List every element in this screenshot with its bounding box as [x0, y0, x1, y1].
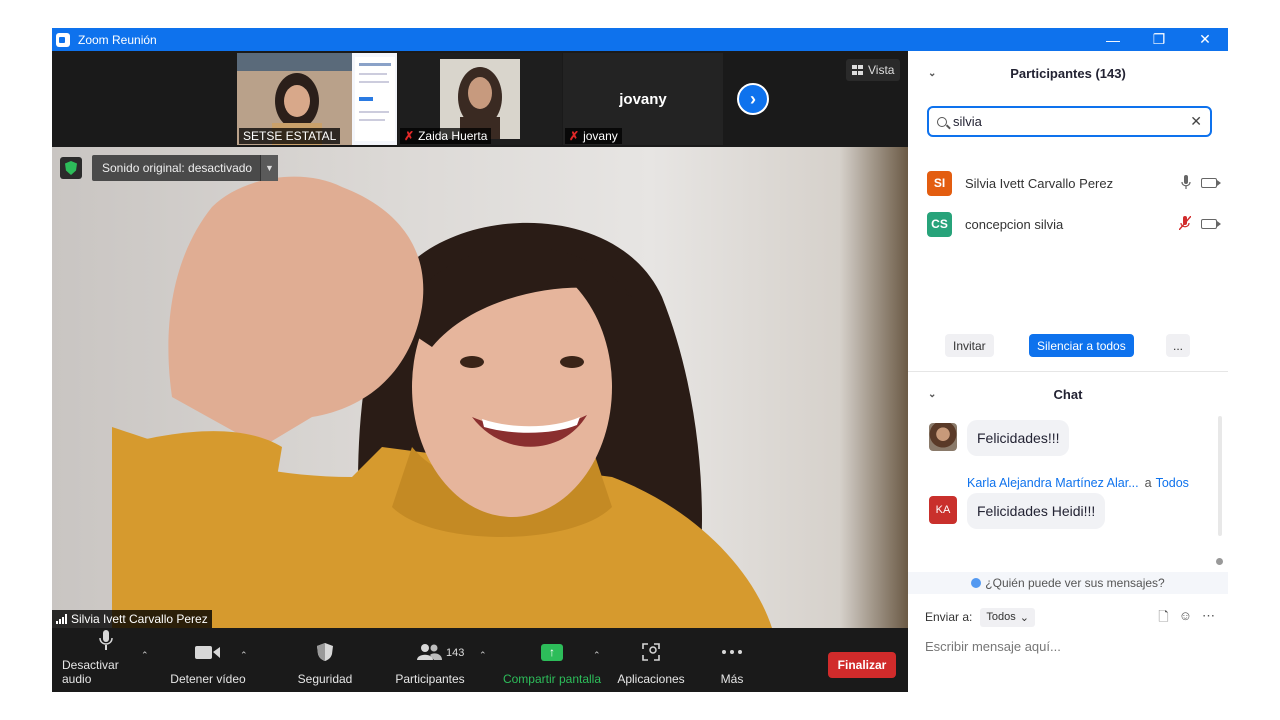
chat-tools: 🗋 ☺ ⋯ [1158, 608, 1215, 630]
zoom-window: Zoom Reunión — ❐ ✕ SETSE ESTATAL ✗ Zaida… [52, 28, 1228, 692]
chat-more-icon[interactable]: ⋯ [1202, 608, 1215, 630]
participant-thumbnail[interactable]: ✗ Zaida Huerta [398, 53, 562, 145]
microphone-icon [99, 628, 113, 652]
video-camera-icon[interactable] [1201, 178, 1221, 188]
thumbnail-name-label: SETSE ESTATAL [239, 128, 341, 144]
participant-search-input[interactable] [953, 114, 1191, 129]
chat-message-input[interactable] [925, 636, 1215, 656]
security-button[interactable]: Seguridad [290, 628, 360, 692]
video-options-caret[interactable]: ⌃ [240, 650, 248, 661]
avatar: KA [929, 496, 957, 524]
chat-sender-line: Karla Alejandra Martínez Alar... a Todos [967, 476, 1189, 490]
participant-name: Silvia Ivett Carvallo Perez [965, 175, 1114, 191]
chat-messages: Felicidades!!! Karla Alejandra Martínez … [908, 413, 1228, 573]
share-screen-button[interactable]: ↑ Compartir pantalla [500, 628, 604, 692]
security-shield-icon [316, 638, 334, 666]
collapse-participants-icon[interactable]: ⌄ [928, 68, 936, 79]
thumbnail-strip: SETSE ESTATAL ✗ Zaida Huerta jovany ✗ jo… [52, 51, 908, 147]
who-can-see-messages[interactable]: ¿Quién puede ver sus mensajes? [908, 572, 1228, 594]
share-options-caret[interactable]: ⌃ [593, 650, 601, 661]
video-camera-icon[interactable] [1201, 219, 1221, 229]
emoji-icon[interactable]: ☺ [1179, 608, 1192, 630]
chat-scrollbar[interactable] [1218, 416, 1222, 536]
participant-avatar: CS [927, 211, 952, 237]
view-button[interactable]: Vista [846, 59, 901, 81]
participants-header: ⌄ Participantes (143) [908, 51, 1228, 95]
avatar [929, 423, 957, 451]
participant-thumbnail[interactable]: jovany ✗ jovany [563, 53, 723, 145]
search-icon [937, 116, 947, 127]
gallery-grid-icon [852, 65, 863, 75]
chat-message: Felicidades!!! [967, 420, 1070, 456]
mic-muted-icon[interactable] [1178, 215, 1192, 233]
meeting-toolbar: Desactivar audio ⌃ Detener vídeo ⌃ Segur… [52, 628, 908, 692]
active-speaker-video: Sonido original: desactivado ▼ Silvia Iv… [52, 147, 908, 628]
send-to-select[interactable]: Todos ⌄ [980, 607, 1035, 627]
mic-muted-icon: ✗ [404, 129, 415, 143]
next-page-button[interactable]: › [737, 83, 769, 115]
encryption-shield-icon[interactable] [60, 157, 82, 179]
participant-thumbnail[interactable]: SETSE ESTATAL [237, 53, 397, 145]
participant-row[interactable]: SI Silvia Ivett Carvallo Perez [927, 169, 1221, 197]
participant-name: concepcion silvia [965, 216, 1064, 232]
thumbnail-name-label: ✗ jovany [565, 128, 622, 144]
participants-icon [417, 638, 443, 666]
participants-actions: Invitar Silenciar a todos ... [908, 334, 1228, 358]
speaker-name-label: Silvia Ivett Carvallo Perez [52, 610, 212, 628]
more-dots-icon [721, 638, 743, 666]
chevron-down-icon: ⌄ [1019, 611, 1029, 624]
video-camera-icon [195, 638, 221, 666]
end-meeting-button[interactable]: Finalizar [828, 652, 896, 678]
audio-options-caret[interactable]: ⌃ [141, 650, 149, 661]
chat-message: Felicidades Heidi!!! [967, 493, 1106, 529]
participant-avatar: SI [927, 170, 952, 196]
chat-sender-name[interactable]: Karla Alejandra Martínez Alar... [967, 476, 1139, 490]
chat-header: ⌄ Chat [908, 380, 1228, 408]
window-controls: — ❐ ✕ [1090, 28, 1228, 51]
mute-all-button[interactable]: Silenciar a todos [1029, 334, 1134, 357]
signal-strength-icon [56, 614, 67, 624]
more-button[interactable]: Más [708, 628, 756, 692]
chat-recipient-prefix: a [1144, 476, 1152, 490]
zoom-logo-icon [56, 32, 70, 47]
participants-more-button[interactable]: ... [1166, 334, 1190, 357]
participant-search-box: ✕ [927, 106, 1212, 137]
original-sound-toggle[interactable]: Sonido original: desactivado [92, 155, 263, 181]
clear-search-icon[interactable]: ✕ [1190, 113, 1202, 130]
meeting-area: SETSE ESTATAL ✗ Zaida Huerta jovany ✗ jo… [52, 51, 908, 692]
speaker-video-frame [112, 176, 772, 628]
collapse-chat-icon[interactable]: ⌄ [928, 389, 936, 400]
file-icon[interactable]: 🗋 [1158, 608, 1168, 630]
apps-button[interactable]: Aplicaciones [614, 628, 688, 692]
participant-row[interactable]: CS concepcion silvia [927, 210, 1221, 238]
chat-scroll-handle[interactable] [1216, 558, 1223, 565]
invite-button[interactable]: Invitar [945, 334, 994, 357]
mic-muted-icon: ✗ [569, 129, 580, 143]
participant-name-display: jovany [619, 91, 667, 108]
apps-icon [641, 638, 661, 666]
stop-video-button[interactable]: Detener vídeo [168, 628, 248, 692]
microphone-icon[interactable] [1181, 174, 1191, 192]
minimize-button[interactable]: — [1090, 28, 1136, 51]
thumbnail-name-label: ✗ Zaida Huerta [400, 128, 492, 144]
participants-button[interactable]: Participantes [390, 628, 470, 692]
chat-recipient: Todos [1155, 476, 1189, 490]
title-bar: Zoom Reunión — ❐ ✕ [52, 28, 1228, 51]
participants-count-badge: 143 [446, 647, 465, 659]
participants-title: Participantes (143) [1010, 65, 1126, 81]
user-info-icon [971, 578, 982, 588]
send-to-label: Enviar a: [925, 610, 973, 624]
restore-button[interactable]: ❐ [1136, 28, 1182, 51]
send-to-row: Enviar a: Todos ⌄ 🗋 ☺ ⋯ [925, 606, 1215, 628]
mute-audio-button[interactable]: Desactivar audio [62, 628, 150, 692]
share-screen-icon: ↑ [541, 638, 563, 666]
sound-options-caret[interactable]: ▼ [260, 155, 278, 181]
side-panel: ⌄ Participantes (143) ✕ SI Silvia Ivett … [908, 51, 1228, 692]
close-window-button[interactable]: ✕ [1182, 28, 1228, 51]
panel-divider [908, 371, 1228, 372]
window-title: Zoom Reunión [78, 32, 157, 47]
participants-options-caret[interactable]: ⌃ [479, 650, 487, 661]
chat-title: Chat [1053, 386, 1083, 402]
